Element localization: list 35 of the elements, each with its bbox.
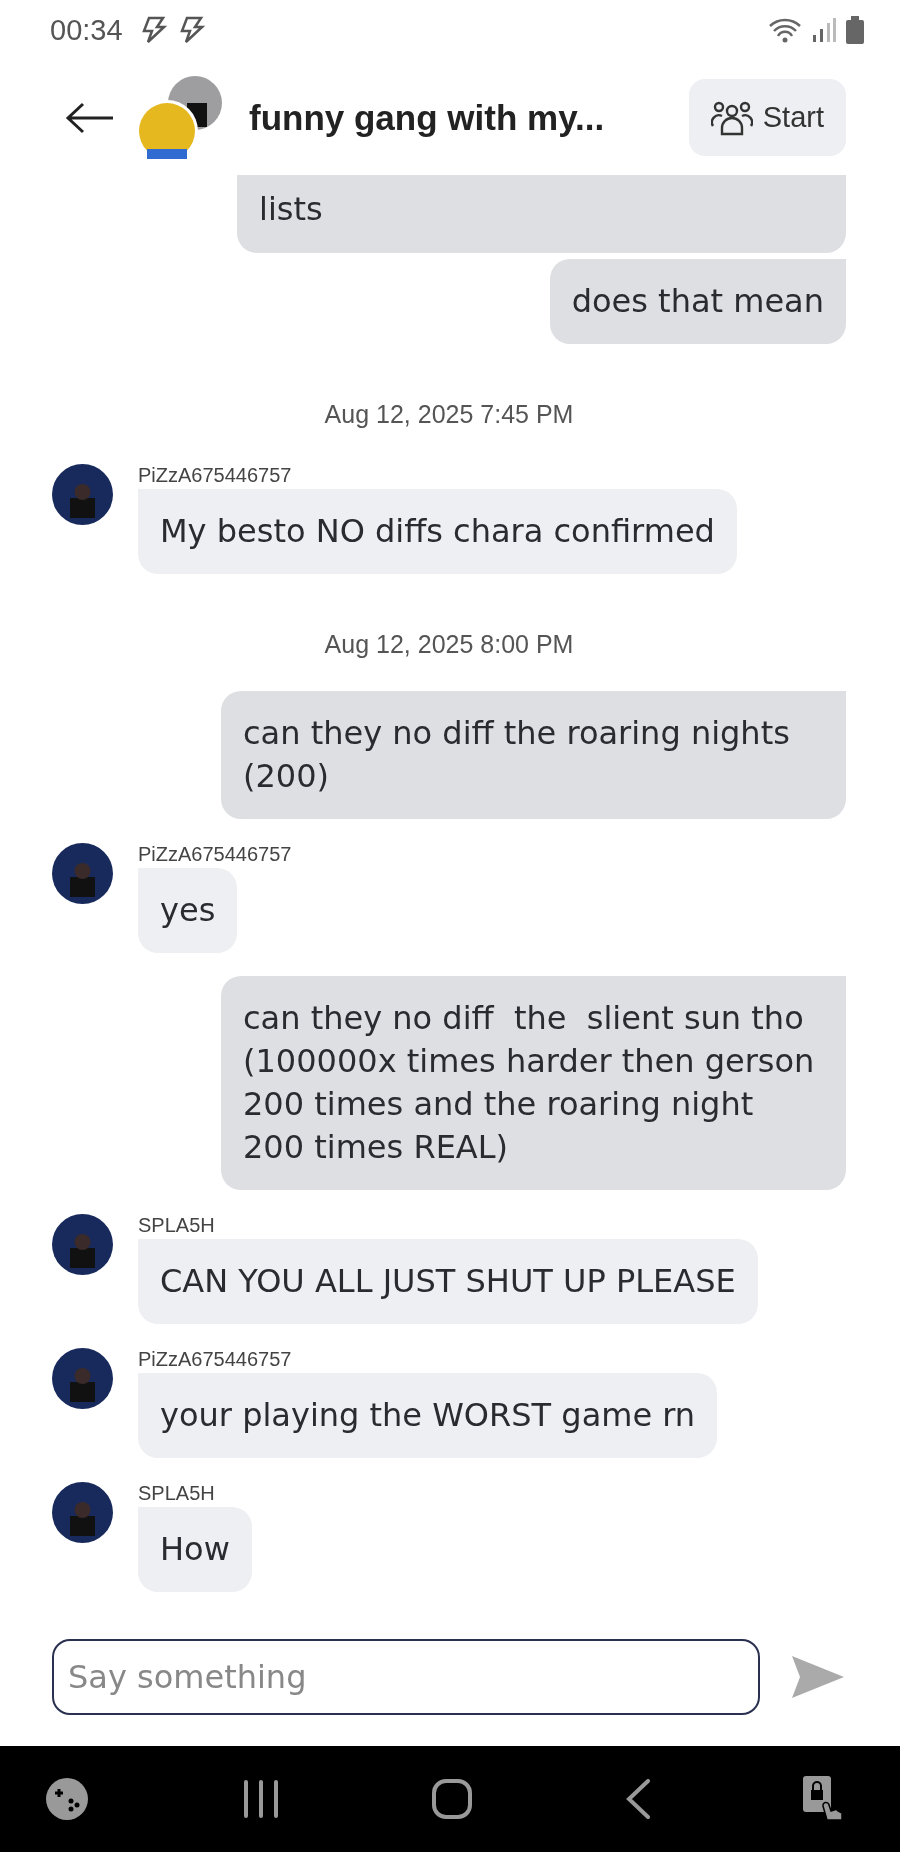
message-bubble: your playing the WORST game rn bbox=[138, 1373, 718, 1458]
battery-icon bbox=[846, 16, 864, 44]
avatar[interactable] bbox=[52, 843, 113, 904]
message-bubble: does that mean bbox=[549, 259, 846, 344]
back-icon[interactable] bbox=[625, 1779, 650, 1819]
sender-name: PiZzA675446757 bbox=[138, 464, 292, 487]
timestamp: Aug 12, 2025 8:00 PM bbox=[324, 630, 574, 659]
message-bubble: yes bbox=[138, 868, 238, 953]
message-bubble: My besto NO diffs chara confirmed bbox=[138, 489, 737, 574]
signal-icon bbox=[812, 17, 836, 43]
sender-name: PiZzA675446757 bbox=[138, 843, 292, 866]
home-icon[interactable] bbox=[432, 1779, 472, 1819]
status-time: 00:34 bbox=[50, 13, 123, 47]
message-bubble: can they no diff the roaring nights (200) bbox=[221, 691, 846, 819]
message-input[interactable]: Say something bbox=[52, 1639, 760, 1715]
message-bubble: How bbox=[138, 1507, 252, 1592]
message-bubble: can they no diff the slient sun tho (100000x times harder then gerson 200 times and the roaring night 200 times REAL) bbox=[221, 976, 846, 1190]
message-bubble: lists bbox=[237, 175, 846, 253]
avatar[interactable] bbox=[52, 1482, 113, 1543]
game-controller-icon[interactable] bbox=[45, 1777, 89, 1821]
sender-name: SPLA5H bbox=[138, 1214, 215, 1237]
sender-name: PiZzA675446757 bbox=[138, 1348, 292, 1371]
timestamp: Aug 12, 2025 7:45 PM bbox=[324, 400, 574, 429]
lock-touch-icon[interactable] bbox=[803, 1776, 845, 1822]
recent-apps-icon[interactable] bbox=[242, 1780, 279, 1818]
sender-name: SPLA5H bbox=[138, 1482, 215, 1505]
avatar[interactable] bbox=[52, 1214, 113, 1275]
wifi-icon bbox=[768, 17, 802, 43]
avatar[interactable] bbox=[52, 1348, 113, 1409]
chat-title: funny gang with my... bbox=[249, 97, 606, 138]
back-arrow-icon[interactable] bbox=[65, 101, 115, 134]
message-bubble: CAN YOU ALL JUST SHUT UP PLEASE bbox=[138, 1239, 758, 1324]
avatar[interactable] bbox=[52, 464, 113, 525]
start-button[interactable]: Start bbox=[688, 79, 846, 156]
people-icon bbox=[710, 99, 753, 136]
